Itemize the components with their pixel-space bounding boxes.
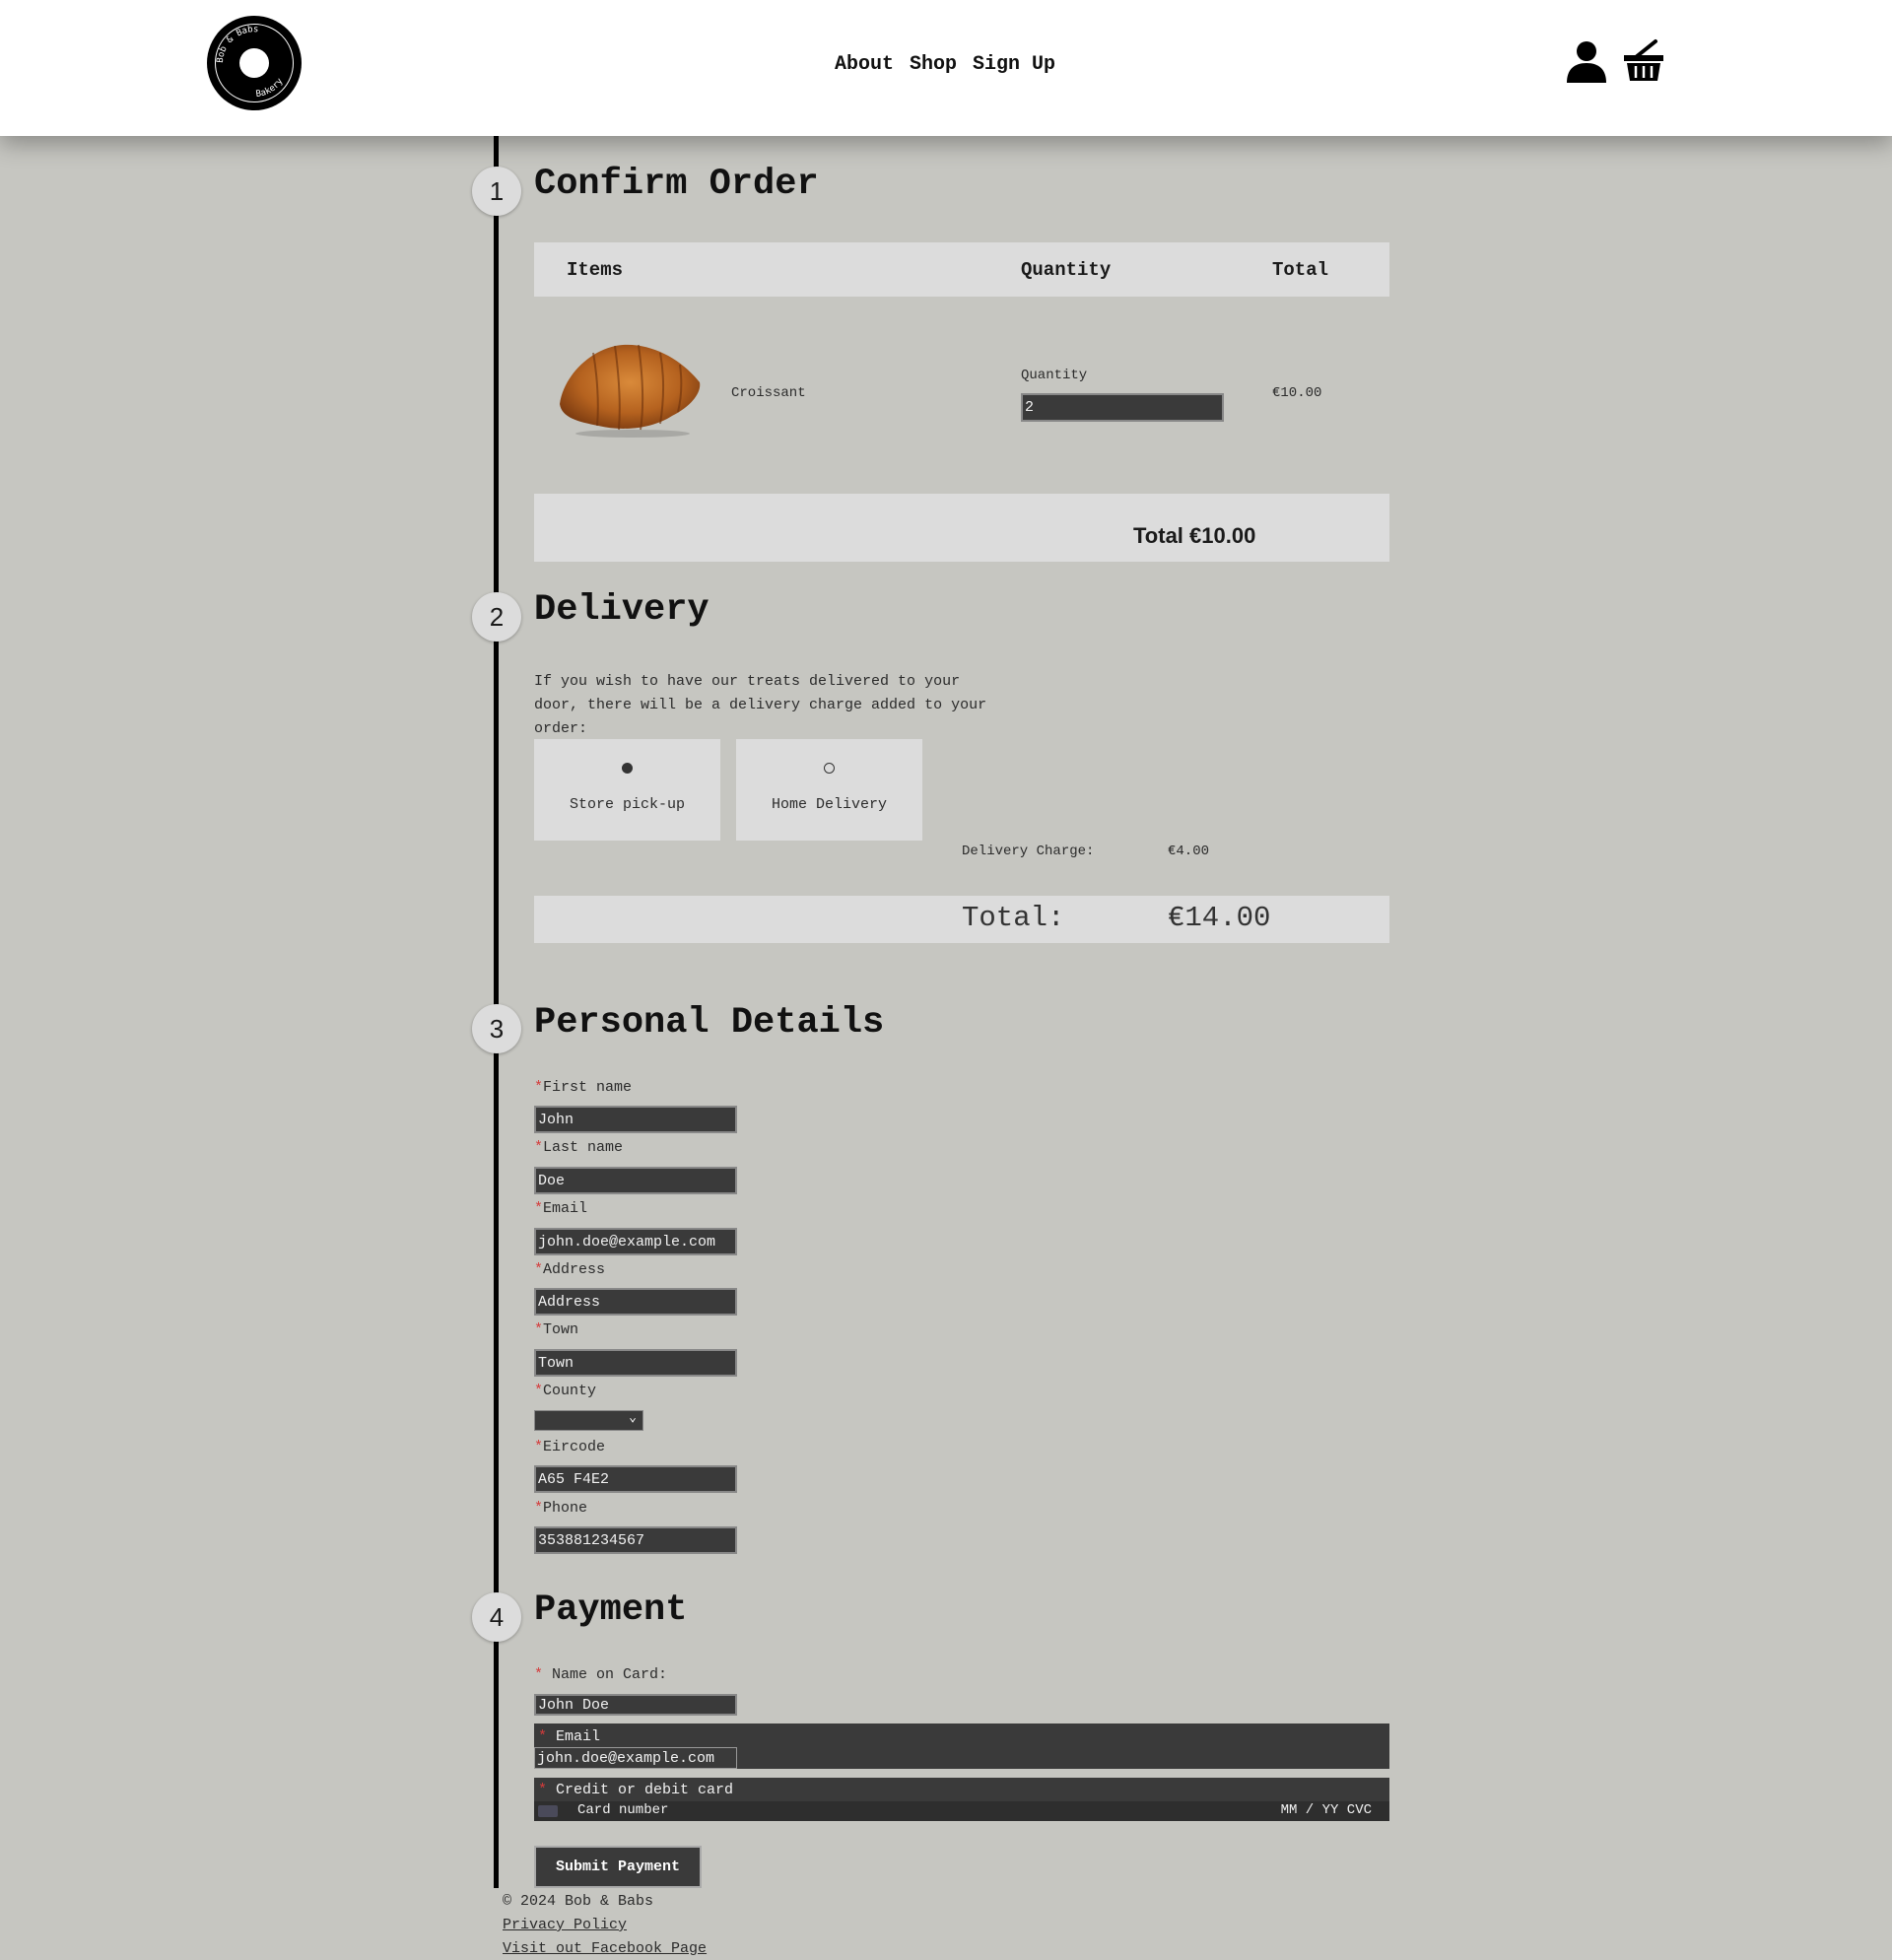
quantity-input[interactable]: 2 <box>1021 393 1224 422</box>
grand-total-label: Total: <box>962 902 1065 934</box>
logo-icon[interactable]: Bob & Babs Bakery <box>207 16 302 110</box>
first-name-label: *First name <box>534 1079 632 1096</box>
grand-total-bar: Total: €14.00 <box>534 896 1389 943</box>
required-mark: * <box>534 1079 544 1096</box>
required-mark: * <box>534 1200 544 1217</box>
card-name-label: * Name on Card: <box>534 1666 668 1683</box>
nav-signup[interactable]: Sign Up <box>973 53 1055 76</box>
eircode-input[interactable]: A65 F4E2 <box>534 1465 737 1493</box>
col-quantity: Quantity <box>1021 259 1112 281</box>
item-total: €10.00 <box>1272 385 1322 401</box>
radio-selected[interactable] <box>622 763 633 774</box>
col-total: Total <box>1272 259 1329 281</box>
address-label: *Address <box>534 1261 605 1278</box>
email-label: *Email <box>534 1200 587 1217</box>
town-label: *Town <box>534 1321 578 1338</box>
payment-email-input[interactable]: john.doe@example.com <box>534 1747 737 1769</box>
eircode-label: *Eircode <box>534 1439 605 1455</box>
first-name-input[interactable]: John <box>534 1106 737 1133</box>
step-3-badge: 3 <box>472 1004 521 1053</box>
user-icon[interactable] <box>1565 39 1608 88</box>
quantity-label: Quantity <box>1021 368 1088 383</box>
town-input[interactable]: Town <box>534 1349 737 1377</box>
phone-label: *Phone <box>534 1500 587 1517</box>
required-mark: * <box>534 1383 544 1399</box>
credit-card-icon <box>538 1805 558 1817</box>
radio-unselected[interactable] <box>824 763 835 774</box>
svg-text:Bob & Babs: Bob & Babs <box>216 25 259 63</box>
card-name-label-text: Name on Card: <box>552 1666 668 1683</box>
logo-brand-top: Bob & Babs <box>216 25 259 63</box>
personal-details-title: Personal Details <box>534 1002 885 1044</box>
email-label-text: Email <box>543 1200 588 1217</box>
last-name-label-text: Last name <box>543 1139 624 1156</box>
email-input[interactable]: john.doe@example.com <box>534 1228 737 1255</box>
site-footer: © 2024 Bob & Babs Privacy Policy Visit o… <box>503 1890 707 1960</box>
submit-payment-button[interactable]: Submit Payment <box>534 1846 702 1888</box>
option-store-pickup[interactable]: Store pick-up <box>534 739 720 841</box>
basket-icon[interactable] <box>1622 37 1667 88</box>
privacy-policy-link[interactable]: Privacy Policy <box>503 1914 707 1937</box>
delivery-description: If you wish to have our treats delivered… <box>534 673 987 737</box>
card-input[interactable]: Card number MM / YY CVC <box>534 1801 1389 1821</box>
last-name-label: *Last name <box>534 1139 623 1156</box>
option-pickup-label: Store pick-up <box>569 796 686 813</box>
card-label: * Credit or debit card <box>538 1782 734 1798</box>
required-mark: * <box>534 1321 544 1338</box>
required-mark: * <box>534 1500 544 1517</box>
grand-total-value: €14.00 <box>1168 902 1271 934</box>
nav-about[interactable]: About <box>835 53 894 76</box>
payment-title: Payment <box>534 1589 688 1631</box>
option-home-delivery[interactable]: Home Delivery <box>736 739 922 841</box>
required-mark: * <box>534 1261 544 1278</box>
logo-text-svg: Bob & Babs Bakery <box>216 25 286 100</box>
card-number-placeholder: Card number <box>577 1802 669 1818</box>
required-mark: * <box>534 1439 544 1455</box>
nav-shop[interactable]: Shop <box>910 53 957 76</box>
delivery-charge-label: Delivery Charge: <box>962 844 1095 859</box>
croissant-image <box>554 335 704 439</box>
card-name-input[interactable]: John Doe <box>534 1694 737 1716</box>
svg-text:Bakery: Bakery <box>255 76 286 100</box>
step-1-badge: 1 <box>472 167 521 216</box>
town-label-text: Town <box>543 1321 579 1338</box>
site-header: Bob & Babs Bakery About Shop Sign Up <box>0 0 1892 136</box>
card-element-block: * Credit or debit card Card number MM / … <box>534 1778 1389 1821</box>
order-total: Total €10.00 <box>1133 523 1256 548</box>
county-select[interactable]: ⌄ <box>534 1410 643 1431</box>
order-table-header: Items Quantity Total <box>534 242 1389 297</box>
card-expiry-cvc-placeholder: MM / YY CVC <box>1280 1802 1372 1818</box>
confirm-order-title: Confirm Order <box>534 164 819 205</box>
county-label-text: County <box>543 1383 597 1399</box>
county-label: *County <box>534 1383 596 1399</box>
eircode-label-text: Eircode <box>543 1439 606 1455</box>
delivery-charge-value: €4.00 <box>1168 844 1210 859</box>
copyright: © 2024 Bob & Babs <box>503 1893 654 1910</box>
step-4-badge: 4 <box>472 1592 521 1642</box>
first-name-label-text: First name <box>543 1079 633 1096</box>
step-2-badge: 2 <box>472 592 521 642</box>
address-input[interactable]: Address <box>534 1288 737 1316</box>
required-mark: * <box>534 1139 544 1156</box>
chevron-down-icon: ⌄ <box>629 1410 637 1425</box>
col-items: Items <box>567 259 624 281</box>
facebook-link[interactable]: Visit out Facebook Page <box>503 1937 707 1960</box>
phone-input[interactable]: 353881234567 <box>534 1526 737 1554</box>
main-nav: About Shop Sign Up <box>835 53 1055 76</box>
order-total-bar: Total €10.00 <box>534 494 1389 562</box>
last-name-input[interactable]: Doe <box>534 1167 737 1194</box>
item-name: Croissant <box>731 385 806 401</box>
delivery-title: Delivery <box>534 589 710 631</box>
address-label-text: Address <box>543 1261 606 1278</box>
payment-email-block: * Email john.doe@example.com <box>534 1723 1389 1769</box>
payment-email-label: * Email <box>538 1728 601 1745</box>
logo-brand-bottom: Bakery <box>255 76 286 100</box>
option-home-label: Home Delivery <box>771 796 888 813</box>
phone-label-text: Phone <box>543 1500 588 1517</box>
